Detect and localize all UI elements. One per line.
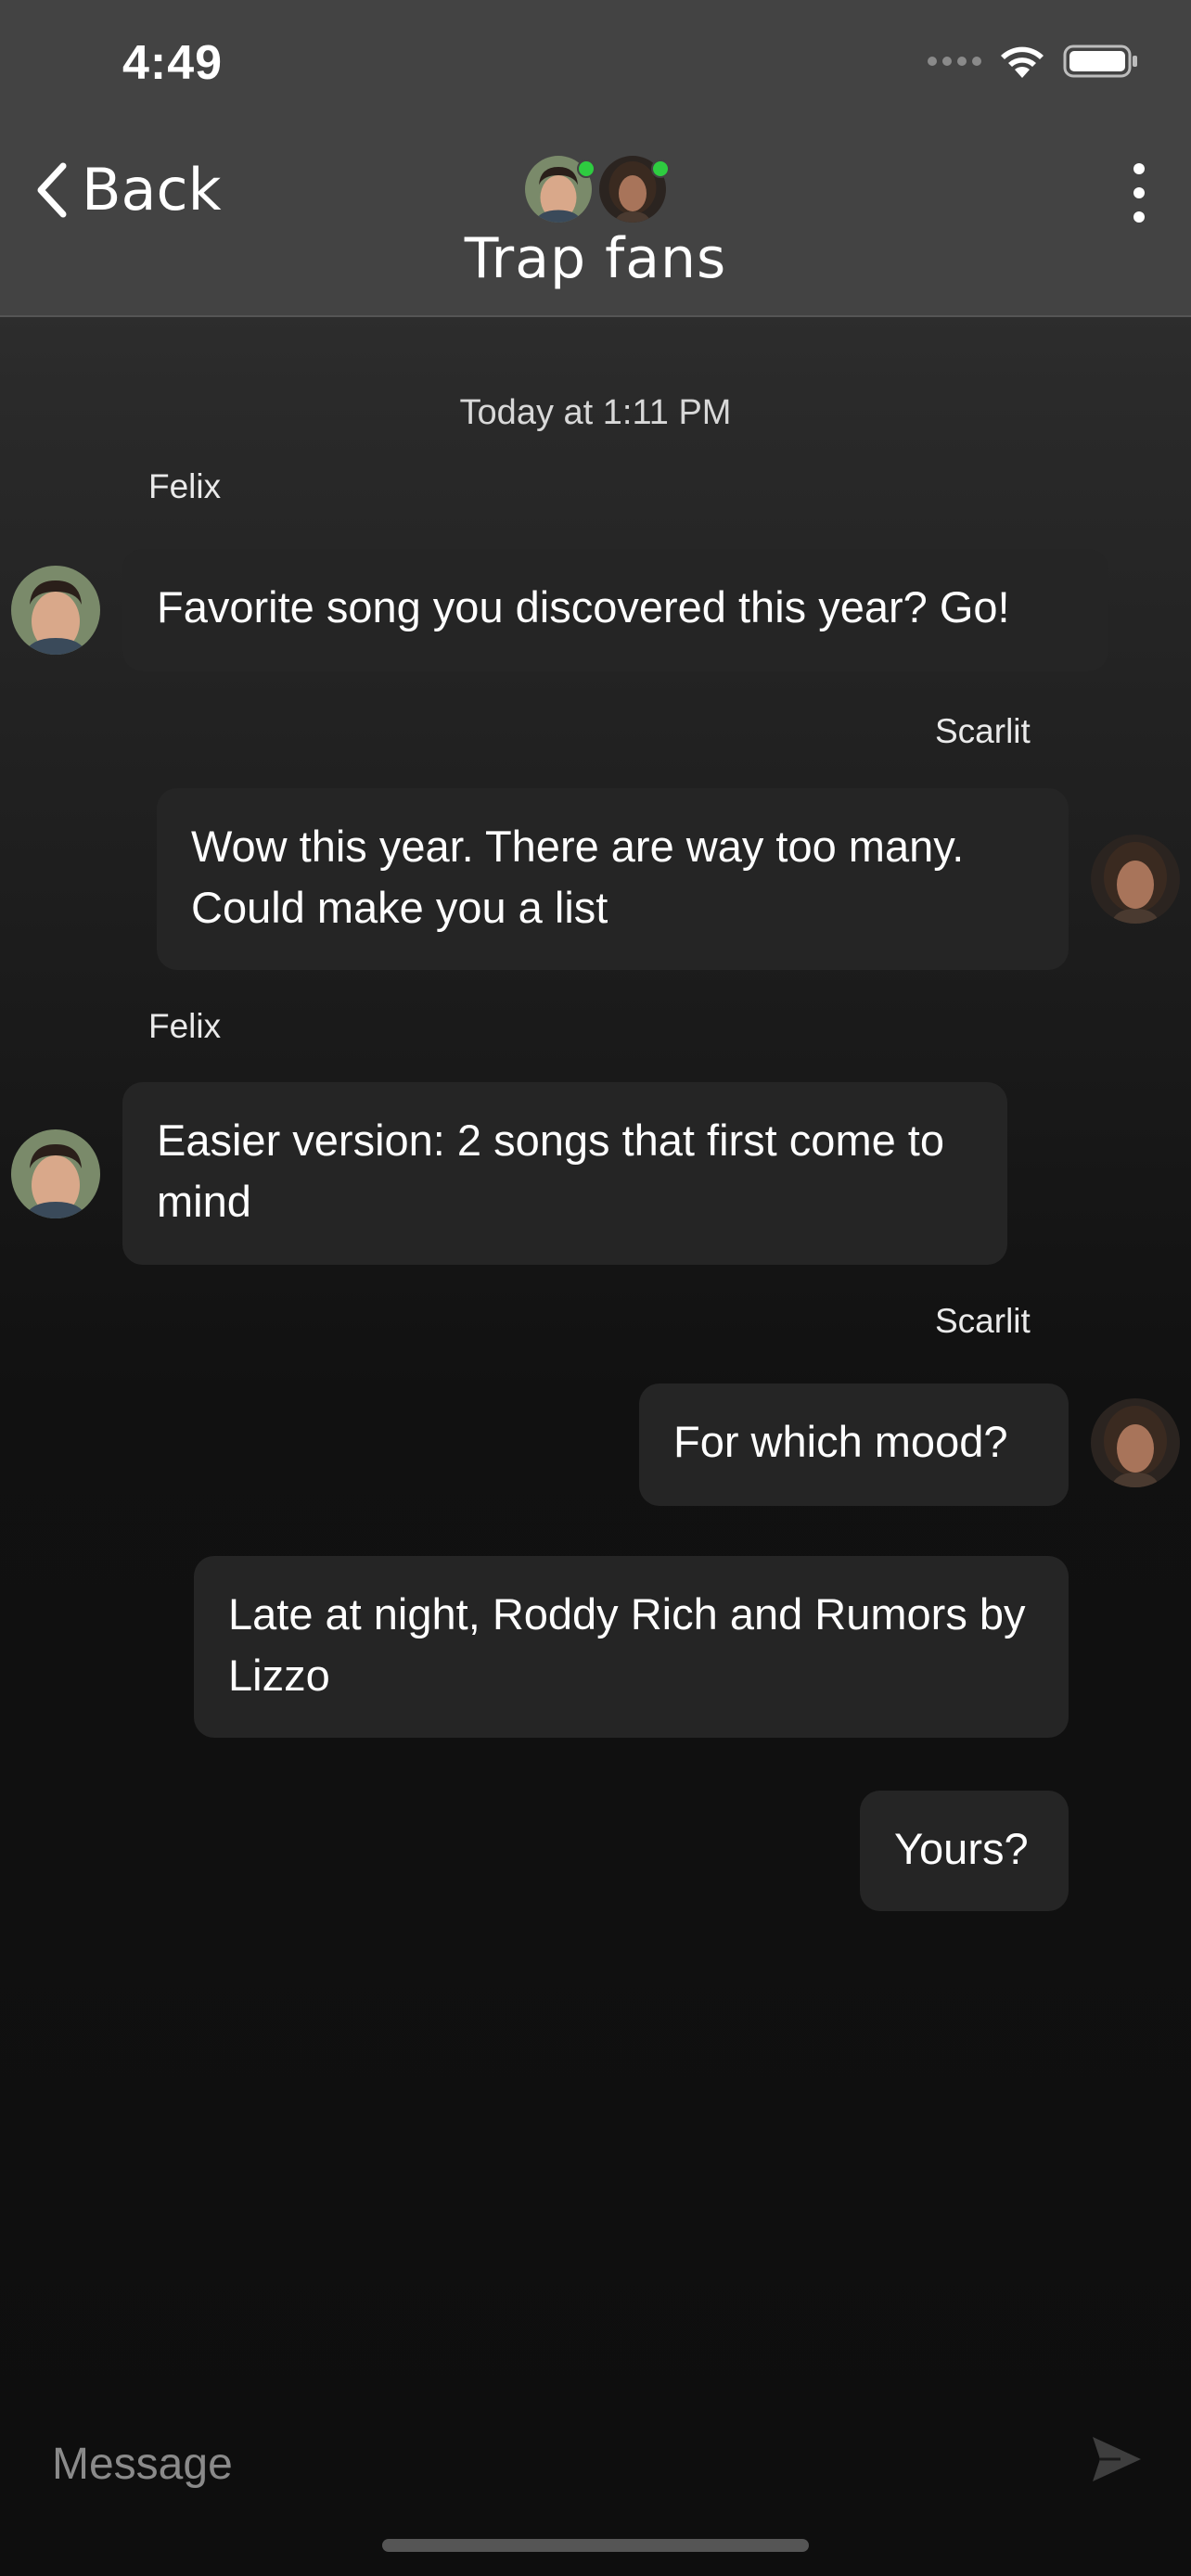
send-icon	[1093, 2437, 1141, 2481]
battery-icon	[1063, 45, 1137, 78]
online-status-icon	[651, 159, 670, 178]
chat-header: 4:49 Back Trap fans	[0, 0, 1191, 317]
page-title: Trap fans	[464, 226, 727, 291]
signal-icon	[928, 57, 981, 66]
message-bubble[interactable]: For which mood?	[639, 1384, 1069, 1506]
online-status-icon	[577, 159, 596, 178]
more-dot	[1133, 187, 1145, 198]
status-time: 4:49	[122, 36, 224, 90]
more-options-button[interactable]	[1121, 163, 1158, 223]
wifi-icon	[1001, 46, 1044, 78]
message-bubble[interactable]: Favorite song you discovered this year? …	[122, 549, 1108, 671]
send-button[interactable]	[1089, 2431, 1145, 2487]
message-bubble[interactable]: Late at night, Roddy Rich and Rumors by …	[194, 1556, 1069, 1738]
message-bubble[interactable]: Easier version: 2 songs that first come …	[122, 1082, 1007, 1265]
conversation-timestamp: Today at 1:11 PM	[459, 393, 732, 432]
message-bubble[interactable]: Wow this year. There are way too many. C…	[157, 788, 1069, 970]
avatar	[525, 156, 596, 223]
avatar	[599, 156, 670, 223]
avatar	[11, 566, 100, 655]
sender-name: Scarlit	[935, 712, 1031, 750]
sender-name: Felix	[148, 467, 222, 505]
message-input[interactable]	[50, 2426, 1056, 2502]
avatar	[1091, 1398, 1180, 1487]
message-composer	[0, 2409, 1191, 2520]
avatar	[1091, 835, 1180, 924]
participant-avatars	[0, 156, 1191, 223]
message-bubble[interactable]: Yours?	[860, 1791, 1069, 1911]
sender-name: Scarlit	[935, 1302, 1031, 1340]
chat-title-group[interactable]: Trap fans	[0, 156, 1191, 291]
home-indicator[interactable]	[382, 2539, 809, 2552]
sender-name: Felix	[148, 1007, 222, 1045]
more-dot	[1133, 211, 1145, 223]
avatar	[11, 1129, 100, 1218]
more-dot	[1133, 163, 1145, 174]
status-icons	[928, 43, 1139, 80]
